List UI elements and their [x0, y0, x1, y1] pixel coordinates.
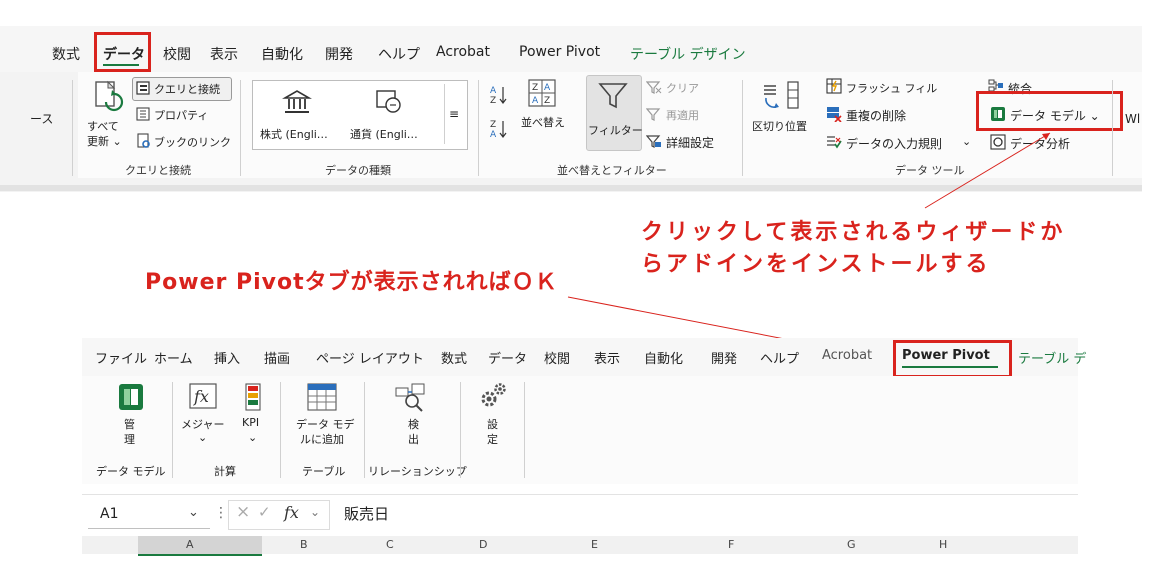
add-to-data-model-label[interactable]: データ モデ [296, 416, 355, 432]
enter-icon[interactable]: ✓ [258, 503, 271, 521]
tab-table-design[interactable]: テーブル デ [1018, 348, 1086, 367]
data-model-group-label: データ モデル [96, 465, 166, 478]
add-to-data-model-icon[interactable] [306, 382, 338, 412]
column-header[interactable]: C [386, 538, 394, 551]
tab-automate[interactable]: 自動化 [644, 348, 683, 367]
formula-input[interactable]: 販売日 [344, 503, 389, 524]
column-header[interactable]: G [847, 538, 856, 551]
column-header[interactable]: H [939, 538, 947, 551]
tab-home[interactable]: ホーム [154, 348, 193, 367]
cancel-icon[interactable]: × [236, 502, 250, 522]
tab-page-layout[interactable]: ページ レイアウト [316, 348, 424, 367]
tab-data[interactable]: データ [488, 348, 527, 367]
manage-label-2: 理 [124, 433, 135, 446]
tab-file[interactable]: ファイル [95, 348, 147, 367]
manage-label[interactable]: 管 [124, 416, 135, 432]
name-box-value: A1 [100, 506, 119, 522]
name-box-dropdown-icon[interactable]: ⌄ [188, 505, 199, 520]
measure-icon[interactable]: fx [188, 382, 218, 410]
column-header[interactable]: B [300, 538, 308, 551]
more-options-icon[interactable]: ⋮ [214, 505, 228, 521]
fx-dropdown-icon[interactable]: ⌄ [310, 505, 320, 519]
calculations-group-label: 計算 [214, 465, 236, 478]
kpi-dropdown-icon[interactable]: ⌄ [248, 431, 257, 444]
tab-insert[interactable]: 挿入 [214, 348, 240, 367]
column-header[interactable]: D [479, 538, 487, 551]
kpi-label[interactable]: KPI [242, 416, 259, 429]
column-header[interactable]: F [728, 538, 734, 551]
tab-review[interactable]: 校閲 [544, 348, 570, 367]
detect-icon[interactable] [394, 382, 430, 412]
tab-view[interactable]: 表示 [594, 348, 620, 367]
arrow-line-data-model [924, 132, 1051, 209]
group-separator [460, 382, 461, 478]
add-to-data-model-label-2: ルに追加 [300, 433, 344, 446]
svg-text:fx: fx [193, 387, 209, 406]
settings-label-2: 定 [487, 433, 498, 446]
tab-formulas[interactable]: 数式 [441, 348, 467, 367]
column-header[interactable]: A [186, 538, 194, 551]
relationships-group-label: リレーションシップ [368, 465, 467, 478]
column-header[interactable]: E [591, 538, 598, 551]
tab-draw[interactable]: 描画 [264, 348, 290, 367]
tab-acrobat[interactable]: Acrobat [822, 348, 872, 363]
selected-column-highlight [138, 536, 262, 556]
detect-label-2: 出 [408, 433, 419, 446]
group-separator [524, 382, 525, 478]
tab-developer[interactable]: 開発 [711, 348, 737, 367]
power-pivot-tab-highlight [893, 340, 1012, 378]
manage-icon[interactable] [116, 382, 146, 412]
measure-label[interactable]: メジャー [181, 416, 224, 432]
settings-label[interactable]: 設 [487, 416, 498, 432]
group-separator [364, 382, 365, 478]
tab-help[interactable]: ヘルプ [760, 348, 799, 367]
settings-icon[interactable] [478, 380, 508, 410]
measure-dropdown-icon[interactable]: ⌄ [198, 431, 207, 444]
group-separator [172, 382, 173, 478]
kpi-icon[interactable] [244, 383, 262, 411]
tables-group-label: テーブル [302, 465, 346, 478]
detect-label[interactable]: 検 [408, 416, 419, 432]
insert-function-icon[interactable]: fx [284, 503, 299, 522]
group-separator [280, 382, 281, 478]
